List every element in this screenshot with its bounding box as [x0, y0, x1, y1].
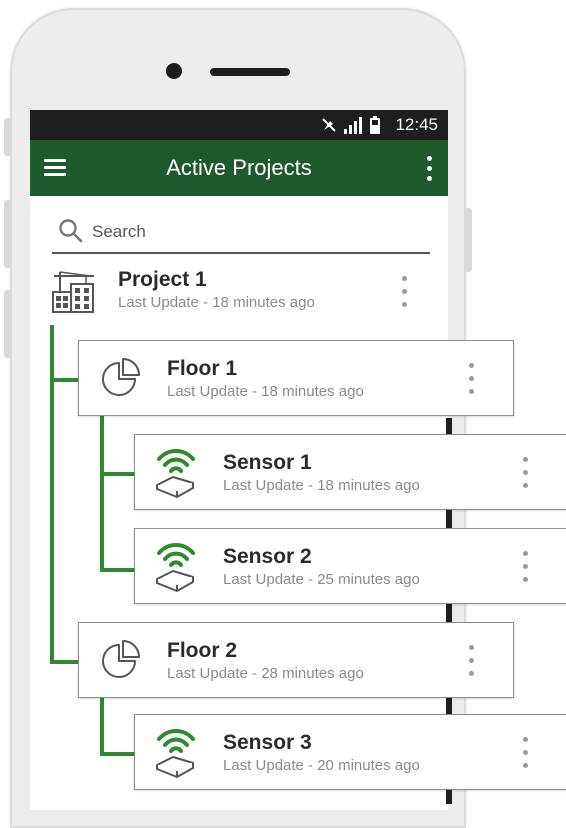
tree-connector-floor2: [50, 660, 80, 664]
floor-more-icon[interactable]: [467, 363, 475, 397]
side-button-volume-up: [4, 200, 12, 268]
tree-connector-sensor3: [100, 752, 136, 756]
tree-connector-sensor2: [100, 568, 136, 572]
sensor-last-update: Last Update - 25 minutes ago: [223, 571, 420, 588]
tree-connector-floor1-children: [100, 416, 104, 572]
project-last-update: Last Update - 18 minutes ago: [118, 294, 315, 311]
tree-connector-floor2-children: [100, 698, 104, 756]
floor-title: Floor 1: [167, 357, 238, 380]
floor-title: Floor 2: [167, 639, 238, 662]
sensor-last-update: Last Update - 20 minutes ago: [223, 757, 420, 774]
battery-icon: [370, 116, 380, 134]
search-icon[interactable]: [58, 218, 84, 244]
tree-item-sensor[interactable]: Sensor 2 Last Update - 25 minutes ago: [134, 528, 566, 604]
wifi-sensor-icon: [156, 728, 195, 778]
earpiece-speaker: [210, 68, 290, 76]
tree-item-sensor[interactable]: Sensor 3 Last Update - 20 minutes ago: [134, 714, 566, 790]
sensor-more-icon[interactable]: [521, 457, 529, 491]
search-input[interactable]: [90, 216, 414, 248]
sensor-more-icon[interactable]: [521, 737, 529, 771]
wifi-sensor-icon: [156, 542, 195, 592]
floor-more-icon[interactable]: [467, 645, 475, 679]
floor-last-update: Last Update - 18 minutes ago: [167, 383, 364, 400]
status-bar: 12:45: [30, 110, 448, 140]
cell-signal-icon: [344, 117, 362, 134]
search-bar: [52, 214, 430, 254]
sensor-title: Sensor 3: [223, 731, 312, 754]
overflow-menu-icon[interactable]: [424, 154, 434, 184]
tree-item-floor[interactable]: Floor 1 Last Update - 18 minutes ago: [78, 340, 514, 416]
tree-item-sensor[interactable]: Sensor 1 Last Update - 18 minutes ago: [134, 434, 566, 510]
tree-connector-sensor1: [100, 472, 136, 476]
building-icon: [52, 271, 94, 313]
front-camera: [166, 63, 182, 79]
floor-last-update: Last Update - 28 minutes ago: [167, 665, 364, 682]
sensor-more-icon[interactable]: [521, 551, 529, 585]
wifi-sensor-icon: [156, 448, 195, 498]
sensor-title: Sensor 1: [223, 451, 312, 474]
no-signal-icon: [322, 118, 336, 132]
pie-chart-icon: [102, 640, 140, 678]
side-button-volume-down: [4, 290, 12, 358]
app-bar-title: Active Projects: [166, 155, 312, 180]
sensor-title: Sensor 2: [223, 545, 312, 568]
side-button-power: [464, 208, 472, 272]
side-button-mute: [4, 118, 12, 156]
project-title: Project 1: [118, 268, 207, 291]
sensor-last-update: Last Update - 18 minutes ago: [223, 477, 420, 494]
status-icons: [320, 114, 380, 136]
status-time: 12:45: [395, 115, 438, 134]
app-bar: Active Projects: [30, 140, 448, 196]
pie-chart-icon: [102, 358, 140, 396]
tree-connector-project: [50, 325, 54, 664]
tree-connector-floor1: [50, 378, 80, 382]
project-more-icon[interactable]: [400, 276, 408, 310]
tree-item-project[interactable]: Project 1 Last Update - 18 minutes ago: [30, 262, 448, 324]
tree-item-floor[interactable]: Floor 2 Last Update - 28 minutes ago: [78, 622, 514, 698]
